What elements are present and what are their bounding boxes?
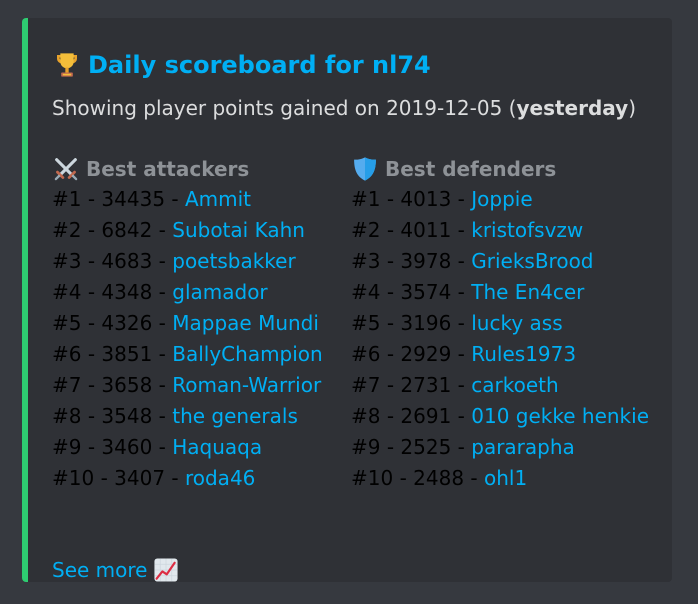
player-link[interactable]: Haquaqa [172, 435, 262, 459]
embed-content: Daily scoreboard for nl74 Showing player… [52, 48, 666, 582]
rank-score: #1 - 34435 - [52, 187, 185, 211]
player-link[interactable]: poetsbakker [172, 249, 295, 273]
rank-score: #10 - 2488 - [351, 466, 484, 490]
attackers-header-label: Best attackers [86, 156, 250, 181]
rank-score: #9 - 3460 - [52, 435, 173, 459]
player-link[interactable]: carkoeth [471, 373, 558, 397]
attackers-header: Best attackers [52, 153, 352, 184]
rank-score: #1 - 4013 - [351, 187, 472, 211]
description-prefix: Showing player points gained on 2019-12-… [52, 96, 517, 120]
list-item: #9 - 2525 - pararapha [351, 432, 651, 463]
list-item: #7 - 2731 - carkoeth [351, 370, 651, 401]
rank-score: #3 - 3978 - [351, 249, 472, 273]
defenders-list: #1 - 4013 - Joppie #2 - 4011 - kristofsvz… [351, 184, 651, 494]
player-link[interactable]: Roman-Warrior [172, 373, 321, 397]
list-item: #4 - 4348 - glamador [52, 277, 352, 308]
rank-score: #2 - 4011 - [351, 218, 472, 242]
rank-score: #9 - 2525 - [351, 435, 472, 459]
player-link[interactable]: Mappae Mundi [172, 311, 319, 335]
list-item: #10 - 3407 - roda46 [52, 463, 352, 494]
embed-title: Daily scoreboard for nl74 [52, 48, 666, 82]
rank-score: #4 - 3574 - [351, 280, 472, 304]
player-link[interactable]: glamador [172, 280, 267, 304]
player-link[interactable]: The En4cer [471, 280, 584, 304]
list-item: #1 - 34435 - Ammit [52, 184, 352, 215]
trophy-icon [57, 53, 77, 77]
player-link[interactable]: Subotai Kahn [172, 218, 305, 242]
list-item: #1 - 4013 - Joppie [351, 184, 651, 215]
rank-score: #7 - 3658 - [52, 373, 173, 397]
player-link[interactable]: Rules1973 [471, 342, 576, 366]
defenders-header-label: Best defenders [385, 156, 557, 181]
defenders-column: Best defenders #1 - 4013 - Joppie #2 - 40… [351, 153, 651, 494]
rank-score: #6 - 2929 - [351, 342, 472, 366]
list-item: #8 - 2691 - 010 gekke henkie [351, 401, 651, 432]
list-item: #3 - 3978 - GrieksBrood [351, 246, 651, 277]
rank-score: #5 - 3196 - [351, 311, 472, 335]
player-link[interactable]: roda46 [185, 466, 255, 490]
rank-score: #6 - 3851 - [52, 342, 173, 366]
list-item: #7 - 3658 - Roman-Warrior [52, 370, 352, 401]
attackers-list: #1 - 34435 - Ammit #2 - 6842 - Subotai Ka… [52, 184, 352, 494]
player-link[interactable]: Ammit [185, 187, 251, 211]
shield-icon [354, 156, 376, 181]
embed-description: Showing player points gained on 2019-12-… [52, 92, 666, 124]
description-bold: yesterday [516, 96, 629, 120]
list-item: #5 - 3196 - lucky ass [351, 308, 651, 339]
rank-score: #10 - 3407 - [52, 466, 185, 490]
description-suffix: ) [628, 96, 637, 120]
scoreboard-embed: Daily scoreboard for nl74 Showing player… [22, 18, 672, 582]
player-link[interactable]: GrieksBrood [471, 249, 593, 273]
rank-score: #8 - 2691 - [351, 404, 472, 428]
rank-score: #4 - 4348 - [52, 280, 173, 304]
player-link[interactable]: 010 gekke henkie [471, 404, 649, 428]
player-link[interactable]: BallyChampion [172, 342, 322, 366]
list-item: #6 - 2929 - Rules1973 [351, 339, 651, 370]
player-link[interactable]: lucky ass [471, 311, 562, 335]
rank-score: #8 - 3548 - [52, 404, 173, 428]
rank-score: #7 - 2731 - [351, 373, 472, 397]
list-item: #6 - 3851 - BallyChampion [52, 339, 352, 370]
player-link[interactable]: pararapha [471, 435, 575, 459]
see-more: See more [52, 554, 179, 582]
list-item: #9 - 3460 - Haquaqa [52, 432, 352, 463]
defenders-header: Best defenders [351, 153, 651, 184]
embed-title-link[interactable]: Daily scoreboard for nl74 [88, 51, 431, 79]
player-link[interactable]: kristofsvzw [471, 218, 583, 242]
list-item: #2 - 4011 - kristofsvzw [351, 215, 651, 246]
rank-score: #5 - 4326 - [52, 311, 173, 335]
embed-accent-bar [22, 18, 28, 582]
crossed-swords-icon [54, 157, 78, 180]
attackers-column: Best attackers #1 - 34435 - Ammit #2 - 68… [52, 153, 352, 494]
list-item: #5 - 4326 - Mappae Mundi [52, 308, 352, 339]
list-item: #10 - 2488 - ohl1 [351, 463, 651, 494]
rank-score: #2 - 6842 - [52, 218, 173, 242]
list-item: #2 - 6842 - Subotai Kahn [52, 215, 352, 246]
player-link[interactable]: the generals [172, 404, 298, 428]
list-item: #4 - 3574 - The En4cer [351, 277, 651, 308]
see-more-link[interactable]: See more [52, 558, 147, 582]
player-link[interactable]: Joppie [471, 187, 532, 211]
list-item: #3 - 4683 - poetsbakker [52, 246, 352, 277]
player-link[interactable]: ohl1 [484, 466, 527, 490]
chart-increasing-icon [154, 558, 179, 582]
list-item: #8 - 3548 - the generals [52, 401, 352, 432]
rank-score: #3 - 4683 - [52, 249, 173, 273]
